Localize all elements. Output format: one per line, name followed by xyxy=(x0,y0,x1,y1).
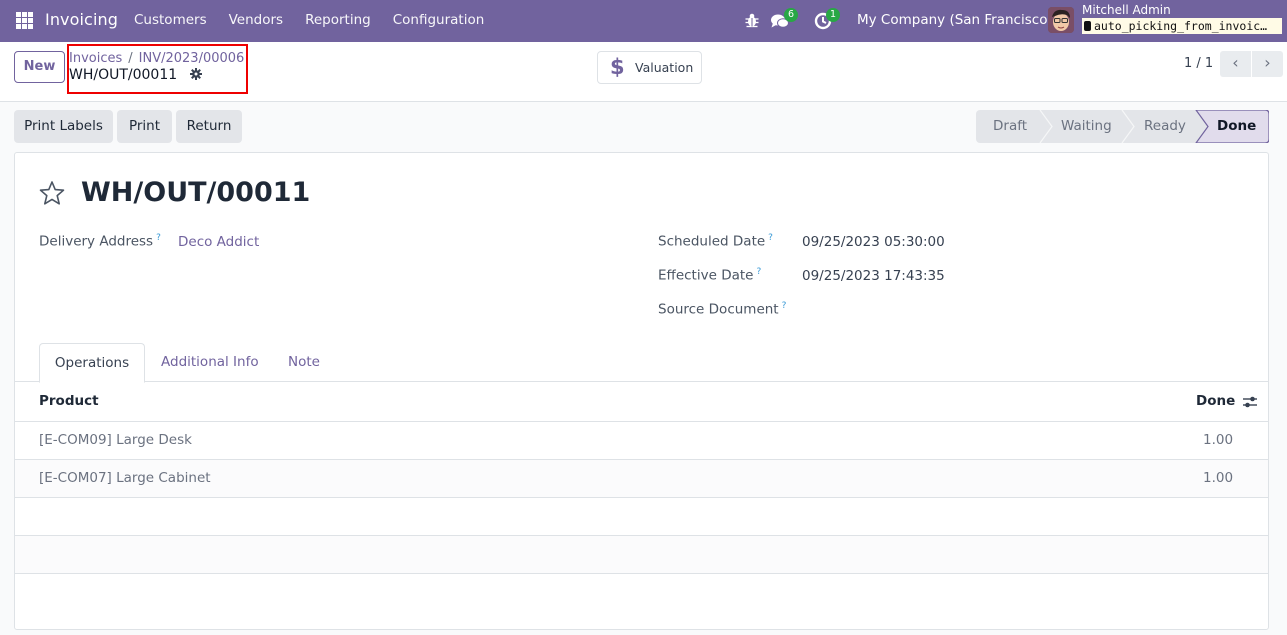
menu-vendors[interactable]: Vendors xyxy=(229,12,283,28)
operations-table-header: Product Done xyxy=(15,382,1268,422)
record-title: WH/OUT/00011 xyxy=(81,177,311,208)
valuation-label: Valuation xyxy=(635,60,694,75)
print-button[interactable]: Print xyxy=(117,110,172,143)
chevron-left-icon: ‹ xyxy=(1232,53,1239,72)
return-button[interactable]: Return xyxy=(176,110,242,143)
company-switcher[interactable]: My Company (San Francisco) xyxy=(857,12,1053,28)
apps-menu-icon[interactable] xyxy=(16,12,33,29)
control-panel: New Invoices / INV/2023/00006 WH/OUT/00011… xyxy=(0,42,1287,102)
pager-value[interactable]: 1 / 1 xyxy=(1184,56,1213,71)
delivery-address-label: Delivery Address? xyxy=(39,233,161,250)
chevron-right-icon: › xyxy=(1264,53,1271,72)
effective-date-value[interactable]: 09/25/2023 17:43:35 xyxy=(802,268,945,284)
breadcrumb-invoice[interactable]: INV/2023/00006 xyxy=(139,51,245,66)
print-labels-button[interactable]: Print Labels xyxy=(14,110,113,143)
activities-count-badge: 1 xyxy=(826,8,840,22)
source-document-label: Source Document? xyxy=(658,301,787,318)
tab-operations[interactable]: Operations xyxy=(39,343,145,383)
menu-customers[interactable]: Customers xyxy=(134,12,207,28)
optional-columns-icon[interactable] xyxy=(1242,394,1258,410)
breadcrumb-separator: / xyxy=(128,51,133,66)
database-icon xyxy=(1084,21,1091,31)
gear-icon[interactable] xyxy=(189,68,202,80)
delivery-address-value[interactable]: Deco Addict xyxy=(178,234,259,250)
messages-count-badge: 6 xyxy=(784,8,798,22)
status-done[interactable]: Done xyxy=(1217,110,1256,143)
pager-next-button[interactable]: › xyxy=(1252,51,1283,77)
app-name[interactable]: Invoicing xyxy=(45,10,118,29)
help-icon[interactable]: ? xyxy=(756,267,761,277)
dollar-icon: $ xyxy=(610,55,625,79)
status-waiting[interactable]: Waiting xyxy=(1061,110,1112,143)
table-row[interactable]: [E-COM07] Large Cabinet 1.00 xyxy=(15,460,1268,498)
status-draft[interactable]: Draft xyxy=(993,110,1027,143)
help-icon[interactable]: ? xyxy=(156,233,161,243)
menu-reporting[interactable]: Reporting xyxy=(305,12,371,28)
form-sheet: WH/OUT/00011 Delivery Address? Deco Addi… xyxy=(14,152,1269,630)
user-avatar[interactable] xyxy=(1048,7,1074,33)
column-done[interactable]: Done xyxy=(1196,393,1235,409)
debug-bug-icon[interactable] xyxy=(744,12,760,28)
new-button[interactable]: New xyxy=(14,51,65,83)
effective-date-label: Effective Date? xyxy=(658,267,762,284)
column-product[interactable]: Product xyxy=(39,393,99,409)
breadcrumb: Invoices / INV/2023/00006 xyxy=(69,51,244,66)
top-navbar: Invoicing Customers Vendors Reporting Co… xyxy=(0,0,1287,42)
current-record-name: WH/OUT/00011 xyxy=(69,67,178,83)
table-row[interactable]: [E-COM09] Large Desk 1.00 xyxy=(15,422,1268,460)
empty-table-row xyxy=(15,498,1268,536)
done-quantity-cell[interactable]: 1.00 xyxy=(1203,470,1233,486)
scheduled-date-label: Scheduled Date? xyxy=(658,233,773,250)
product-cell[interactable]: [E-COM09] Large Desk xyxy=(39,432,192,448)
tab-additional-info[interactable]: Additional Info xyxy=(161,343,259,382)
database-label: auto_picking_from_invoic… xyxy=(1094,19,1268,33)
pager-previous-button[interactable]: ‹ xyxy=(1220,51,1251,77)
menu-configuration[interactable]: Configuration xyxy=(393,12,485,28)
product-cell[interactable]: [E-COM07] Large Cabinet xyxy=(39,470,211,486)
notebook-tabs: Operations Additional Info Note xyxy=(15,343,1268,383)
breadcrumb-current: WH/OUT/00011 xyxy=(69,67,202,83)
scheduled-date-value[interactable]: 09/25/2023 05:30:00 xyxy=(802,234,945,250)
help-icon[interactable]: ? xyxy=(768,233,773,243)
breadcrumb-invoices[interactable]: Invoices xyxy=(69,51,122,66)
status-bar: Draft Waiting Ready Done xyxy=(976,110,1269,143)
status-ready[interactable]: Ready xyxy=(1144,110,1186,143)
star-favorite-icon[interactable] xyxy=(39,180,65,206)
empty-table-row xyxy=(15,536,1268,574)
done-quantity-cell[interactable]: 1.00 xyxy=(1203,432,1233,448)
help-icon[interactable]: ? xyxy=(782,301,787,311)
user-name[interactable]: Mitchell Admin xyxy=(1082,3,1171,17)
tab-note[interactable]: Note xyxy=(288,343,320,382)
database-name: auto_picking_from_invoic… xyxy=(1082,18,1282,34)
main-menu: Customers Vendors Reporting Configuratio… xyxy=(134,12,506,28)
valuation-button[interactable]: $ Valuation xyxy=(597,51,702,84)
